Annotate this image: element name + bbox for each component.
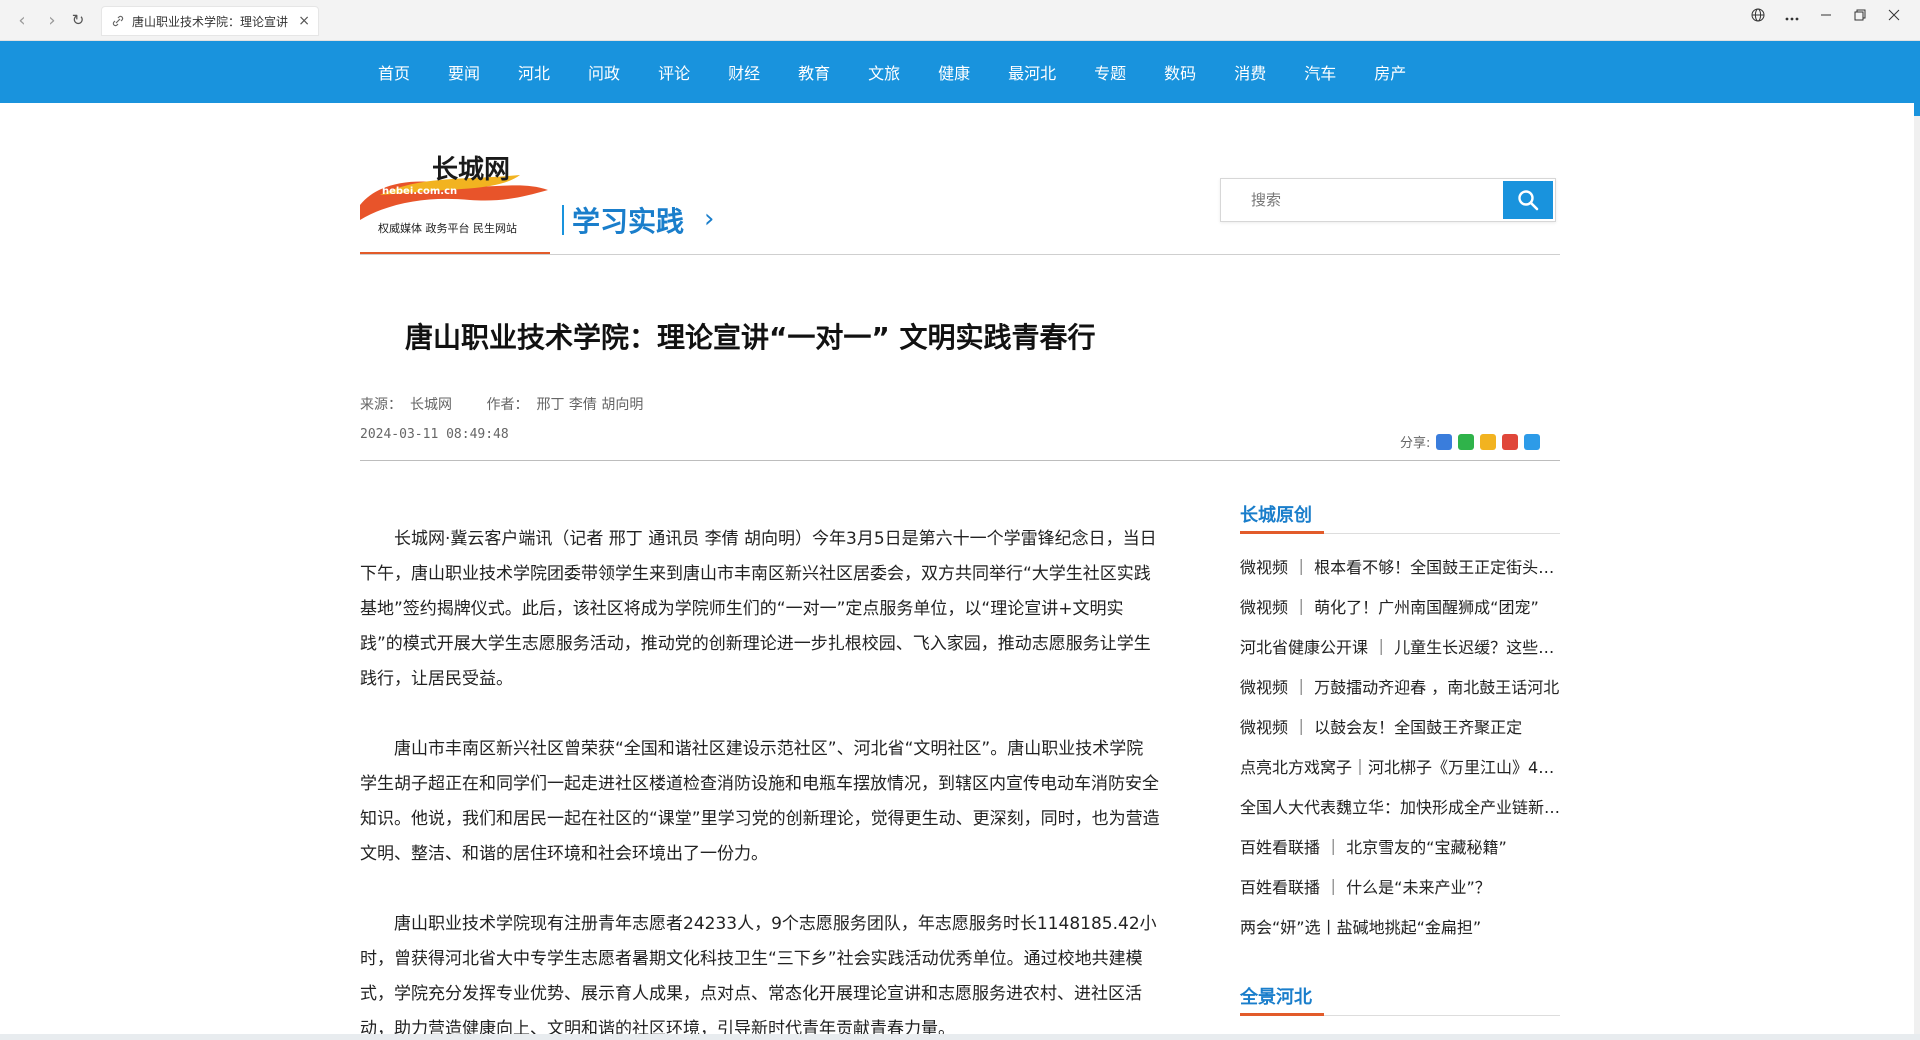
scrollbar-thumb[interactable]: [1914, 41, 1920, 116]
nav-item[interactable]: 消费: [1234, 60, 1266, 84]
close-window-icon[interactable]: [1886, 9, 1902, 25]
nav-item[interactable]: 专题: [1094, 60, 1126, 84]
nav-item[interactable]: 健康: [938, 60, 970, 84]
nav-list: 首页 要闻 河北 问政 评论 财经 教育 文旅 健康 最河北 专题 数码 消费 汽车 房产: [378, 41, 1444, 103]
search-input[interactable]: [1231, 185, 1491, 215]
scrollbar-track[interactable]: [1914, 41, 1920, 1040]
reload-button[interactable]: ↻: [66, 8, 90, 32]
share-weibo-icon[interactable]: [1502, 433, 1519, 450]
article-meta: 来源： 长城网 作者： 邢丁 李倩 胡向明: [360, 394, 651, 414]
sidebar-news-link[interactable]: 微视频 ｜ 根本看不够！全国鼓王正定街头展风采: [1240, 553, 1562, 593]
share-wechat-icon[interactable]: [1458, 433, 1475, 450]
sidebar-news-link[interactable]: 百姓看联播 ｜ 北京雪友的“宝藏秘籍”: [1240, 833, 1562, 873]
share-label: 分享:: [1400, 436, 1431, 451]
header-rule: [360, 254, 1560, 255]
sidebar-news-link[interactable]: 全国人大代表魏立华：加快形成全产业链新质生产力: [1240, 793, 1562, 833]
sidebar-news-link[interactable]: 点亮北方戏窝子｜河北梆子《万里江山》4月登台: [1240, 753, 1562, 793]
sidebar-head-bar: [1240, 531, 1324, 534]
nav-item[interactable]: 河北: [518, 60, 550, 84]
reload-icon: ↻: [71, 11, 85, 29]
tab-title: 唐山职业技术学院：理论宣讲: [132, 14, 289, 29]
globe-icon[interactable]: [1750, 8, 1766, 26]
link-icon: [112, 15, 124, 27]
nav-item[interactable]: 财经: [728, 60, 760, 84]
article-paragraph: 长城网·冀云客户端讯（记者 邢丁 通讯员 李倩 胡向明）今年3月5日是第六十一个…: [360, 529, 1157, 689]
sidebar-head-bar: [1240, 1013, 1324, 1016]
browser-tab[interactable]: 唐山职业技术学院：理论宣讲 ×: [101, 6, 319, 36]
sidebar-news-link[interactable]: 百姓看联播 ｜ 什么是“未来产业”？: [1240, 873, 1562, 913]
sidebar-news-link[interactable]: 微视频 ｜ 以鼓会友！全国鼓王齐聚正定: [1240, 713, 1562, 753]
logo-domain: hebei.com.cn: [382, 186, 457, 197]
article-body: 长城网·冀云客户端讯（记者 邢丁 通讯员 李倩 胡向明）今年3月5日是第六十一个…: [360, 522, 1160, 1040]
nav-item[interactable]: 汽车: [1304, 60, 1336, 84]
article-title: 唐山职业技术学院：理论宣讲“一对一” 文明实践青春行: [405, 321, 1096, 354]
sidebar-news-link[interactable]: 河北省健康公开课 ｜ 儿童生长迟缓？这些信号要警惕: [1240, 633, 1562, 673]
source-value: 长城网: [410, 397, 452, 413]
forward-arrow-icon: ›: [48, 9, 56, 31]
nav-item[interactable]: 数码: [1164, 60, 1196, 84]
share-more-icon[interactable]: [1436, 433, 1453, 450]
sidebar-original-list: 微视频 ｜ 根本看不够！全国鼓王正定街头展风采 微视频 ｜ 萌化了！广州南国醒狮成…: [1240, 553, 1562, 953]
nav-item[interactable]: 最河北: [1008, 60, 1056, 84]
window-controls: [1750, 8, 1902, 26]
share-qzone-icon[interactable]: [1480, 433, 1497, 450]
logo-slogan: 权威媒体 政务平台 民生网站: [378, 221, 517, 235]
tab-close-icon[interactable]: ×: [298, 13, 310, 29]
site-logo[interactable]: 长城网 hebei.com.cn 权威媒体 政务平台 民生网站: [360, 150, 550, 250]
section-title[interactable]: 学习实践: [572, 200, 684, 240]
nav-item[interactable]: 首页: [378, 60, 410, 84]
chevron-right-icon[interactable]: ›: [704, 204, 714, 234]
source-label: 来源：: [360, 397, 402, 413]
author-label: 作者：: [486, 397, 529, 413]
share-bar: 分享:: [1400, 432, 1541, 451]
share-tencent-icon[interactable]: [1524, 433, 1541, 450]
nav-item[interactable]: 要闻: [448, 60, 480, 84]
publish-date: 2024-03-11 08:49:48: [360, 427, 509, 442]
sidebar-news-link[interactable]: 两会“妍”选丨盐碱地挑起“金扁担”: [1240, 913, 1562, 953]
logo-name: 长城网: [432, 155, 510, 185]
search-icon: [1518, 190, 1539, 211]
main-nav: 首页 要闻 河北 问政 评论 财经 教育 文旅 健康 最河北 专题 数码 消费 汽车 房产: [0, 41, 1920, 103]
more-options-icon[interactable]: [1784, 9, 1800, 25]
nav-item[interactable]: 教育: [798, 60, 830, 84]
nav-item[interactable]: 文旅: [868, 60, 900, 84]
article-paragraph: 唐山市丰南区新兴社区曾荣获“全国和谐社区建设示范社区”、河北省“文明社区”。唐山…: [360, 739, 1160, 864]
back-button[interactable]: ‹: [10, 8, 34, 32]
nav-item[interactable]: 评论: [658, 60, 690, 84]
author-value: 邢丁 李倩 胡向明: [536, 397, 644, 413]
section-divider: [562, 205, 564, 235]
article-rule: [360, 460, 1560, 461]
browser-toolbar: ‹ › ↻ 唐山职业技术学院：理论宣讲 ×: [0, 0, 1920, 41]
search-button[interactable]: [1503, 181, 1553, 219]
sidebar-panorama-title[interactable]: 全景河北: [1240, 983, 1312, 1009]
back-arrow-icon: ‹: [18, 9, 26, 31]
nav-item[interactable]: 房产: [1374, 60, 1406, 84]
article-paragraph: 唐山职业技术学院现有注册青年志愿者24233人，9个志愿服务团队，年志愿服务时长…: [360, 914, 1157, 1039]
forward-button[interactable]: ›: [40, 8, 64, 32]
search-box: [1220, 178, 1556, 222]
restore-icon[interactable]: [1852, 9, 1868, 25]
logo-graphic: 长城网 hebei.com.cn 权威媒体 政务平台 民生网站: [360, 155, 548, 235]
minimize-icon[interactable]: [1818, 9, 1834, 25]
taskbar-strip: [0, 1034, 1920, 1040]
sidebar-news-link[interactable]: 微视频 ｜ 萌化了！广州南国醒狮成“团宠”: [1240, 593, 1562, 633]
nav-item[interactable]: 问政: [588, 60, 620, 84]
sidebar-original-title[interactable]: 长城原创: [1240, 501, 1312, 527]
sidebar-news-link[interactable]: 微视频 ｜ 万鼓擂动齐迎春 ，南北鼓王话河北: [1240, 673, 1562, 713]
